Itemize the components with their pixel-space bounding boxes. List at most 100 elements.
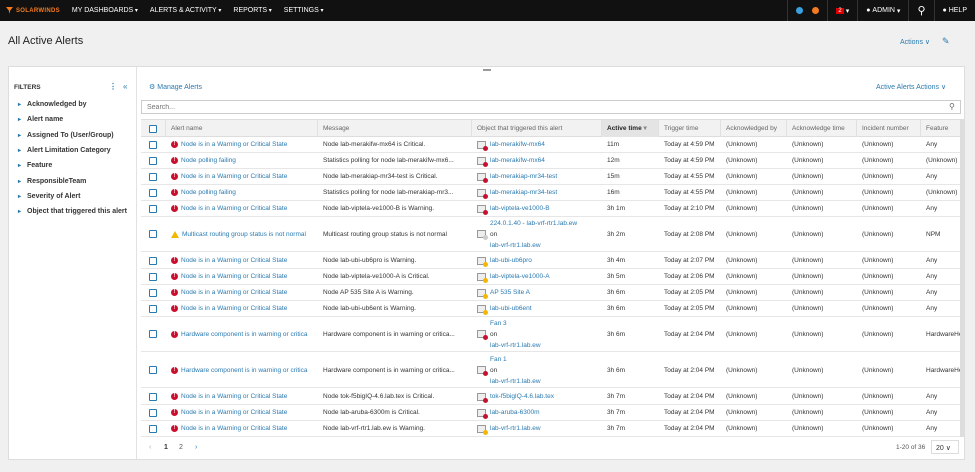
filter-feature[interactable]: Feature	[18, 162, 52, 169]
nav-settings[interactable]: SETTINGS	[284, 7, 324, 14]
alert-name-link[interactable]: Node polling failing	[181, 189, 236, 196]
page-size-select[interactable]: 20 ∨	[931, 440, 959, 454]
row-checkbox[interactable]	[141, 201, 166, 216]
alert-name-link[interactable]: Node is in a Warning or Critical State	[181, 409, 287, 416]
column-header-active-time[interactable]: Active time ▾	[602, 120, 659, 137]
column-header-acknowledged-by[interactable]: Acknowledged by	[721, 120, 787, 137]
row-checkbox[interactable]	[141, 285, 166, 300]
row-checkbox[interactable]	[141, 253, 166, 268]
row-checkbox[interactable]	[141, 137, 166, 152]
row-checkbox[interactable]	[141, 169, 166, 184]
table-row[interactable]: ! Node is in a Warning or Critical State N…	[141, 169, 963, 185]
column-header-incident-number[interactable]: Incident number	[857, 120, 921, 137]
manage-alerts-link[interactable]: ⚙ Manage Alerts	[149, 83, 202, 91]
row-checkbox[interactable]	[141, 153, 166, 168]
filter-severity-of-alert[interactable]: Severity of Alert	[18, 193, 80, 200]
column-header-message[interactable]: Message	[318, 120, 472, 137]
nav-my-dashboards[interactable]: MY DASHBOARDS	[72, 7, 138, 14]
next-page-button[interactable]: ›	[195, 444, 197, 451]
notifications-button[interactable]: 2 ▾	[827, 0, 857, 21]
user-menu[interactable]: ● ADMIN ▾	[857, 0, 908, 21]
filter-alert-name[interactable]: Alert name	[18, 116, 63, 123]
alert-name-link[interactable]: Node is in a Warning or Critical State	[181, 273, 287, 280]
prev-page-button[interactable]: ‹	[149, 444, 151, 451]
table-row[interactable]: ! Node is in a Warning or Critical State N…	[141, 421, 963, 437]
object-link[interactable]: lab-viptela-ve1000-B	[490, 203, 550, 214]
alert-name-link[interactable]: Node is in a Warning or Critical State	[181, 257, 287, 264]
filter-alert-limitation-category[interactable]: Alert Limitation Category	[18, 147, 111, 154]
collapse-filters-icon[interactable]: «	[123, 82, 127, 91]
filter-assigned-to-user-group-[interactable]: Assigned To (User/Group)	[18, 132, 114, 139]
table-row[interactable]: ! Node is in a Warning or Critical State N…	[141, 137, 963, 153]
column-header-object-that-triggered-this-alert[interactable]: Object that triggered this alert	[472, 120, 602, 137]
status-icons[interactable]	[786, 0, 828, 21]
object-link[interactable]: lab-aruba-6300m	[490, 407, 540, 418]
alert-name-link[interactable]: Node is in a Warning or Critical State	[181, 141, 287, 148]
row-checkbox[interactable]	[141, 185, 166, 200]
object-link[interactable]: lab-merakiap-mr34-test	[490, 171, 557, 182]
table-row[interactable]: ! Node is in a Warning or Critical State N…	[141, 201, 963, 217]
info-status-icon[interactable]	[795, 7, 803, 14]
table-row[interactable]: ! Node is in a Warning or Critical State N…	[141, 405, 963, 421]
filters-more-icon[interactable]: ⋮	[109, 82, 117, 91]
row-checkbox[interactable]	[141, 353, 166, 387]
object-link[interactable]: lab-viptela-ve1000-A	[490, 271, 550, 282]
object-link[interactable]: lab-merakifw-mx64	[490, 139, 545, 150]
alert-name-link[interactable]: Node is in a Warning or Critical State	[181, 289, 287, 296]
row-checkbox[interactable]	[141, 405, 166, 420]
edit-pencil-icon[interactable]: ✎	[942, 36, 950, 47]
table-row[interactable]: ! Node is in a Warning or Critical State N…	[141, 269, 963, 285]
column-header-trigger-time[interactable]: Trigger time	[659, 120, 721, 137]
filter-responsibleteam[interactable]: ResponsibleTeam	[18, 178, 86, 185]
table-row[interactable]: ! Node is in a Warning or Critical State N…	[141, 389, 963, 405]
row-checkbox[interactable]	[141, 317, 166, 351]
object-link[interactable]: lab-vrf-rtr1.lab.ew	[490, 340, 541, 351]
alert-name-link[interactable]: Multicast routing group status is not no…	[182, 231, 306, 238]
filter-acknowledged-by[interactable]: Acknowledged by	[18, 101, 87, 108]
object-link[interactable]: lab-ubi-ub6ent	[490, 303, 532, 314]
search-button[interactable]: ⚲	[908, 0, 933, 21]
alert-name-link[interactable]: Node polling failing	[181, 157, 236, 164]
column-header-feature[interactable]: Feature	[921, 120, 963, 137]
object-link[interactable]: tok-f5bigIQ-4.6.lab.tex	[490, 391, 554, 402]
nav-reports[interactable]: REPORTS	[233, 7, 271, 14]
object-link[interactable]: lab-merakiap-mr34-test	[490, 187, 557, 198]
object-link[interactable]: lab-ubi-ub6pro	[490, 255, 532, 266]
page-1[interactable]: 1	[164, 444, 168, 451]
alert-name-link[interactable]: Node is in a Warning or Critical State	[181, 173, 287, 180]
alert-name-link[interactable]: Hardware component is in warning or crit…	[181, 331, 307, 338]
help-button[interactable]: ● HELP	[933, 0, 975, 21]
row-checkbox[interactable]	[141, 301, 166, 316]
alert-name-link[interactable]: Hardware component is in warning or crit…	[181, 367, 307, 374]
row-checkbox[interactable]	[141, 269, 166, 284]
page-2[interactable]: 2	[179, 444, 183, 451]
search-input[interactable]	[141, 100, 961, 114]
alert-name-link[interactable]: Node is in a Warning or Critical State	[181, 393, 287, 400]
object-link[interactable]: lab-merakifw-mx64	[490, 155, 545, 166]
table-row[interactable]: ! Hardware component is in warning or cri…	[141, 353, 963, 388]
alert-name-link[interactable]: Node is in a Warning or Critical State	[181, 425, 287, 432]
table-row[interactable]: ! Node is in a Warning or Critical State N…	[141, 253, 963, 269]
search-icon[interactable]: ⚲	[949, 102, 955, 111]
object-link[interactable]: lab-vrf-rtr1.lab.ew	[490, 376, 541, 387]
table-row[interactable]: ! Node is in a Warning or Critical State N…	[141, 301, 963, 317]
select-all-checkbox[interactable]	[141, 120, 166, 137]
filter-object-that-triggered-this-alert[interactable]: Object that triggered this alert	[18, 208, 127, 215]
object-link[interactable]: 224.0.1.40 - lab-vrf-rtr1.lab.ew	[490, 218, 577, 229]
alert-name-link[interactable]: Node is in a Warning or Critical State	[181, 305, 287, 312]
alert-name-link[interactable]: Node is in a Warning or Critical State	[181, 205, 287, 212]
resize-handle[interactable]	[483, 69, 491, 71]
object-link[interactable]: AP 535 Site A	[490, 287, 530, 298]
object-link[interactable]: Fan 3	[490, 318, 507, 329]
active-alerts-actions-menu[interactable]: Active Alerts Actions ∨	[876, 83, 946, 91]
row-checkbox[interactable]	[141, 217, 166, 251]
table-row[interactable]: ! Hardware component is in warning or cri…	[141, 317, 963, 352]
column-header-alert-name[interactable]: Alert name	[166, 120, 318, 137]
table-scrollbar[interactable]	[960, 119, 964, 437]
object-link[interactable]: lab-vrf-rtr1.lab.ew	[490, 240, 541, 251]
table-row[interactable]: ! Node polling failing Statistics polling …	[141, 185, 963, 201]
object-link[interactable]: lab-vrf-rtr1.lab.ew	[490, 423, 541, 434]
orion-status-icon[interactable]	[812, 7, 820, 14]
table-row[interactable]: ! Node polling failing Statistics polling …	[141, 153, 963, 169]
object-link[interactable]: Fan 1	[490, 354, 507, 365]
